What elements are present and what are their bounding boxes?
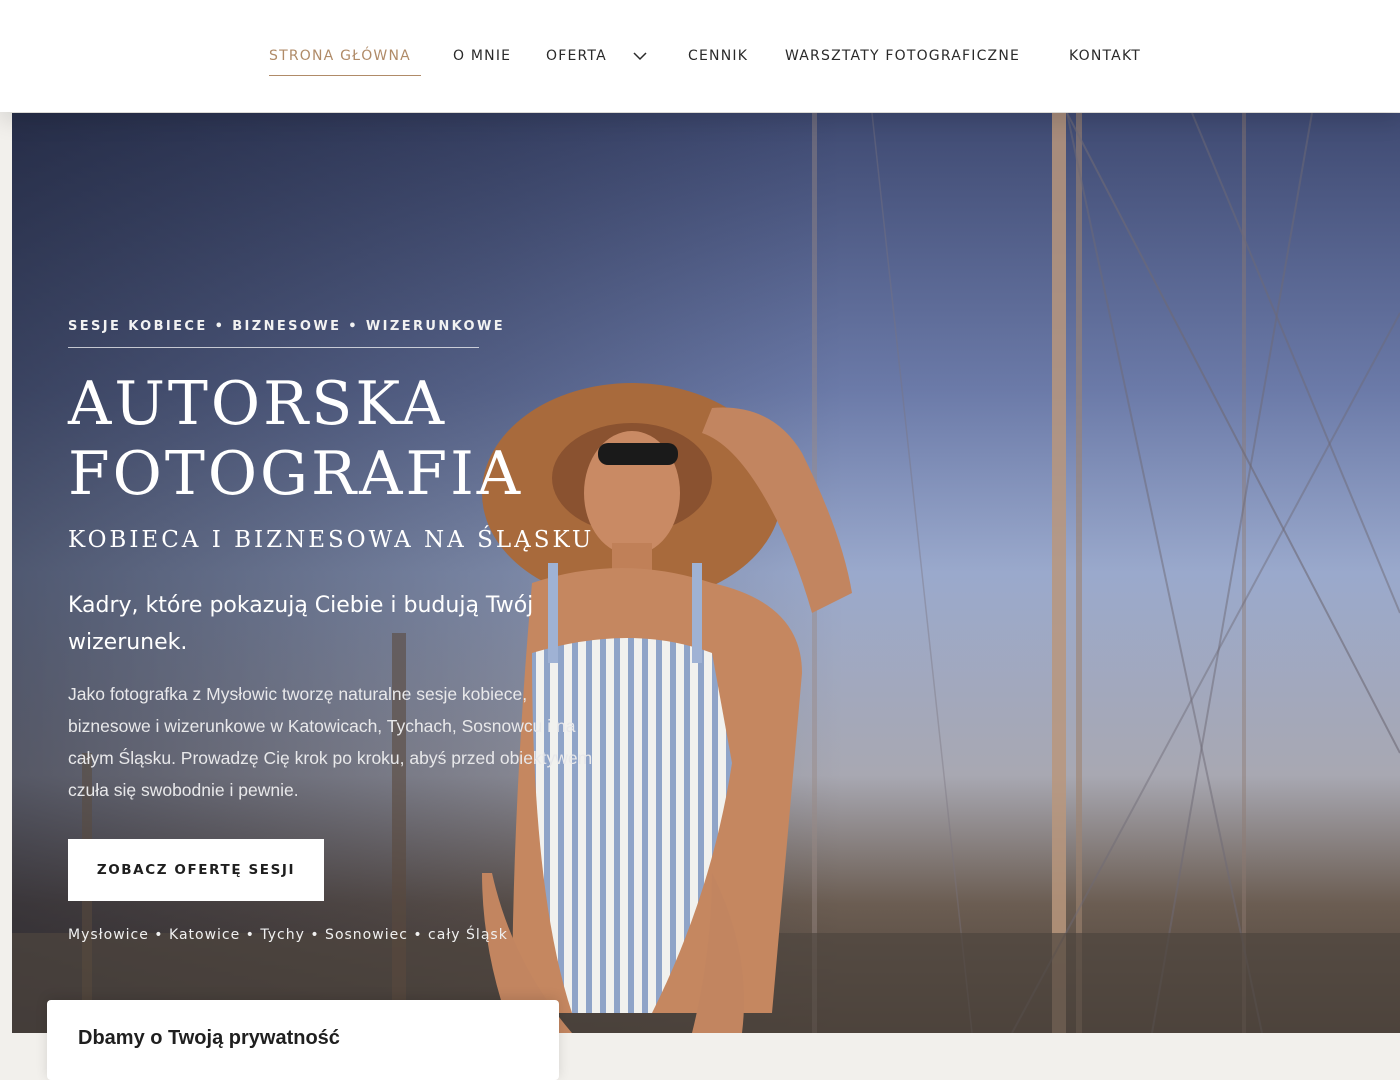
tagline-divider	[68, 347, 479, 348]
chevron-down-icon[interactable]	[632, 48, 648, 64]
hero-lead: Kadry, które pokazują Ciebie i budują Tw…	[68, 593, 534, 655]
nav-item-kontakt[interactable]: KONTAKT	[1069, 48, 1141, 64]
headline-line-2: FOTOGRAFIA	[68, 439, 524, 509]
hero-subheadline: KOBIECA I BIZNESOWA NA ŚLĄSKU	[68, 527, 595, 553]
cookie-consent-banner: Dbamy o Twoją prywatność	[47, 1000, 559, 1080]
see-offer-button[interactable]: ZOBACZ OFERTĘ SESJI	[68, 839, 324, 901]
hero-body-text: Jako fotografka z Mysłowic tworzę natura…	[68, 684, 593, 800]
headline-line-1: AUTORSKA	[68, 369, 448, 439]
active-nav-underline	[269, 75, 421, 76]
hero-locations: Mysłowice • Katowice • Tychy • Sosnowiec…	[68, 927, 508, 943]
nav-item-o-mnie[interactable]: O MNIE	[453, 48, 511, 64]
hero-tagline: SESJE KOBIECE • BIZNESOWE • WIZERUNKOWE	[68, 319, 506, 334]
hero-headline: AUTORSKA FOTOGRAFIA	[68, 369, 708, 509]
hero-section: SESJE KOBIECE • BIZNESOWE • WIZERUNKOWE …	[12, 113, 1400, 1033]
nav-item-warsztaty[interactable]: WARSZTATY FOTOGRAFICZNE	[785, 48, 1020, 64]
site-header: STRONA GŁÓWNA O MNIE OFERTA CENNIK WARSZ…	[0, 0, 1400, 112]
nav-item-cennik[interactable]: CENNIK	[688, 48, 748, 64]
main-nav: STRONA GŁÓWNA O MNIE OFERTA CENNIK WARSZ…	[0, 40, 1400, 80]
nav-item-strona-glowna[interactable]: STRONA GŁÓWNA	[269, 48, 411, 64]
cookie-title: Dbamy o Twoją prywatność	[78, 1027, 340, 1049]
nav-item-oferta[interactable]: OFERTA	[546, 48, 607, 64]
